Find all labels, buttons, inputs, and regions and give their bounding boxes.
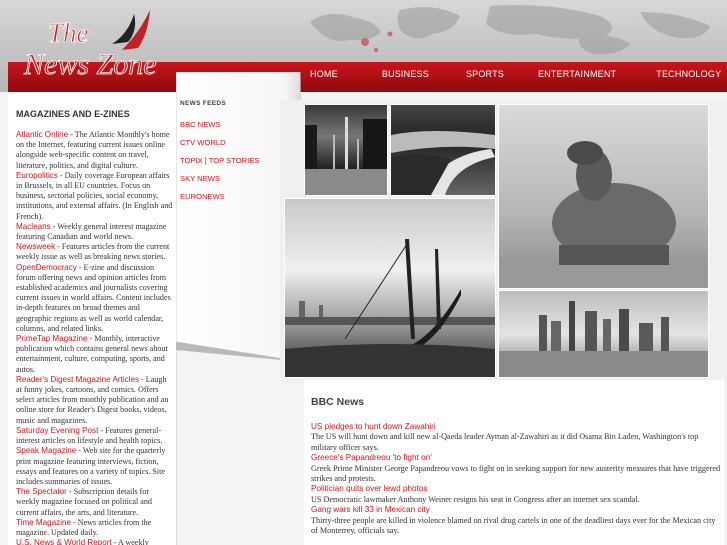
feed-link[interactable]: SKY NEWS bbox=[180, 174, 259, 184]
camel-photo bbox=[498, 104, 709, 289]
photo-gallery bbox=[280, 100, 727, 382]
news-item: Politician quits over lewd photos US Demo… bbox=[311, 484, 721, 505]
site-logo[interactable]: The News Zone bbox=[14, 4, 194, 84]
magazine-item: PrimeTap Magazine - Monthly, interactive… bbox=[16, 334, 174, 375]
magazine-item: Reader's Digest Magazine Articles - Laug… bbox=[16, 375, 174, 426]
main-content: BBC News US pledges to hunt down Zawahir… bbox=[304, 380, 724, 545]
magazine-link[interactable]: OpenDemocracy bbox=[16, 263, 77, 272]
news-summary: US Democratic lawmaker Anthony Weiner re… bbox=[311, 494, 640, 504]
content-heading: BBC News bbox=[311, 396, 365, 408]
world-map-graphic bbox=[310, 5, 710, 55]
canal-photo bbox=[390, 104, 496, 196]
boat-photo bbox=[284, 198, 496, 378]
sidebar: MAGAZINES AND E-ZINES Atlantic Online - … bbox=[8, 92, 177, 545]
magazine-link[interactable]: Speak Magazine bbox=[16, 446, 76, 455]
news-item: Gang wars kill 33 in Mexican city Thirty-… bbox=[311, 505, 721, 536]
magazine-link[interactable]: Atlantic Online bbox=[16, 130, 68, 139]
news-list: US pledges to hunt down Zawahiri The US w… bbox=[311, 422, 721, 536]
magazine-list: Atlantic Online - The Atlantic Monthly's… bbox=[16, 130, 174, 545]
news-feeds-title: NEWS FEEDS bbox=[180, 100, 226, 107]
news-summary: Greek Prime Minister George Papandreou v… bbox=[311, 463, 721, 484]
nav-home[interactable]: HOME bbox=[310, 62, 338, 86]
magazine-link[interactable]: Saturday Evening Post bbox=[16, 426, 98, 435]
magazine-item: OpenDemocracy - E-zine and discussion fo… bbox=[16, 263, 174, 334]
news-headline-link[interactable]: US pledges to hunt down Zawahiri bbox=[311, 422, 721, 432]
feed-link[interactable]: CTV WORLD bbox=[180, 138, 259, 148]
news-summary: The US will hunt down and kill new al-Qa… bbox=[311, 432, 699, 452]
magazine-item: U.S. News & World Report - A weekly nati… bbox=[16, 538, 174, 545]
magazine-item: The Spectator - Subscription details for… bbox=[16, 487, 174, 518]
magazine-link[interactable]: U.S. News & World Report bbox=[16, 538, 112, 545]
magazine-link[interactable]: Europolitics bbox=[16, 171, 58, 180]
magazine-link[interactable]: Reader's Digest Magazine Articles bbox=[16, 375, 139, 384]
news-item: US pledges to hunt down Zawahiri The US w… bbox=[311, 422, 721, 453]
magazine-item: Time Magazine - News articles from the m… bbox=[16, 518, 174, 538]
fountain-photo bbox=[304, 104, 388, 196]
feed-link[interactable]: TOPIX | TOP STORIES bbox=[180, 156, 259, 166]
main-nav: HOME BUSINESS SPORTS ENTERTAINMENT TECHNOLOG… bbox=[310, 62, 721, 86]
nav-sports[interactable]: SPORTS bbox=[466, 62, 504, 86]
sidebar-heading: MAGAZINES AND E-ZINES bbox=[16, 109, 130, 119]
magazine-link[interactable]: PrimeTap Magazine bbox=[16, 334, 88, 343]
feed-link[interactable]: BBC NEWS bbox=[180, 120, 259, 130]
skyline-photo bbox=[498, 290, 709, 378]
nav-entertainment[interactable]: ENTERTAINMENT bbox=[538, 62, 616, 86]
svg-text:The: The bbox=[48, 18, 89, 48]
feed-link[interactable]: EURONEWS bbox=[180, 192, 259, 202]
magazine-description: - E-zine and discussion forum offering n… bbox=[16, 262, 171, 333]
nav-technology[interactable]: TECHNOLOGY bbox=[656, 62, 721, 86]
news-item: Greece's Papandreou 'to fight on' Greek P… bbox=[311, 453, 721, 484]
svg-text:News Zone: News Zone bbox=[23, 48, 157, 81]
site-header: The News Zone HOME BUSINESS SPORTS ENTERTAI… bbox=[0, 0, 727, 92]
magazine-item: Newsweek - Features articles from the cu… bbox=[16, 242, 174, 262]
magazine-link[interactable]: Time Magazine bbox=[16, 518, 71, 527]
magazine-link[interactable]: Newsweek bbox=[16, 242, 55, 251]
magazine-item: Saturday Evening Post - Features general… bbox=[16, 426, 174, 446]
magazine-link[interactable]: Macleans bbox=[16, 222, 51, 231]
news-headline-link[interactable]: Gang wars kill 33 in Mexican city bbox=[311, 505, 721, 515]
magazine-item: Europolitics - Daily coverage European a… bbox=[16, 171, 174, 222]
magazine-item: Macleans - Weekly general interest magaz… bbox=[16, 222, 174, 242]
news-summary: Thirty-three people are killed in violen… bbox=[311, 515, 716, 536]
nav-business[interactable]: BUSINESS bbox=[382, 62, 429, 86]
magazine-item: Speak Magazine - Web site for the quarte… bbox=[16, 446, 174, 487]
news-headline-link[interactable]: Greece's Papandreou 'to fight on' bbox=[311, 453, 721, 463]
magazine-link[interactable]: The Spectator bbox=[16, 487, 67, 496]
magazine-item: Atlantic Online - The Atlantic Monthly's… bbox=[16, 130, 174, 171]
news-feeds-list: BBC NEWS CTV WORLD TOPIX | TOP STORIES SKY … bbox=[180, 120, 259, 210]
news-headline-link[interactable]: Politician quits over lewd photos bbox=[311, 484, 721, 494]
